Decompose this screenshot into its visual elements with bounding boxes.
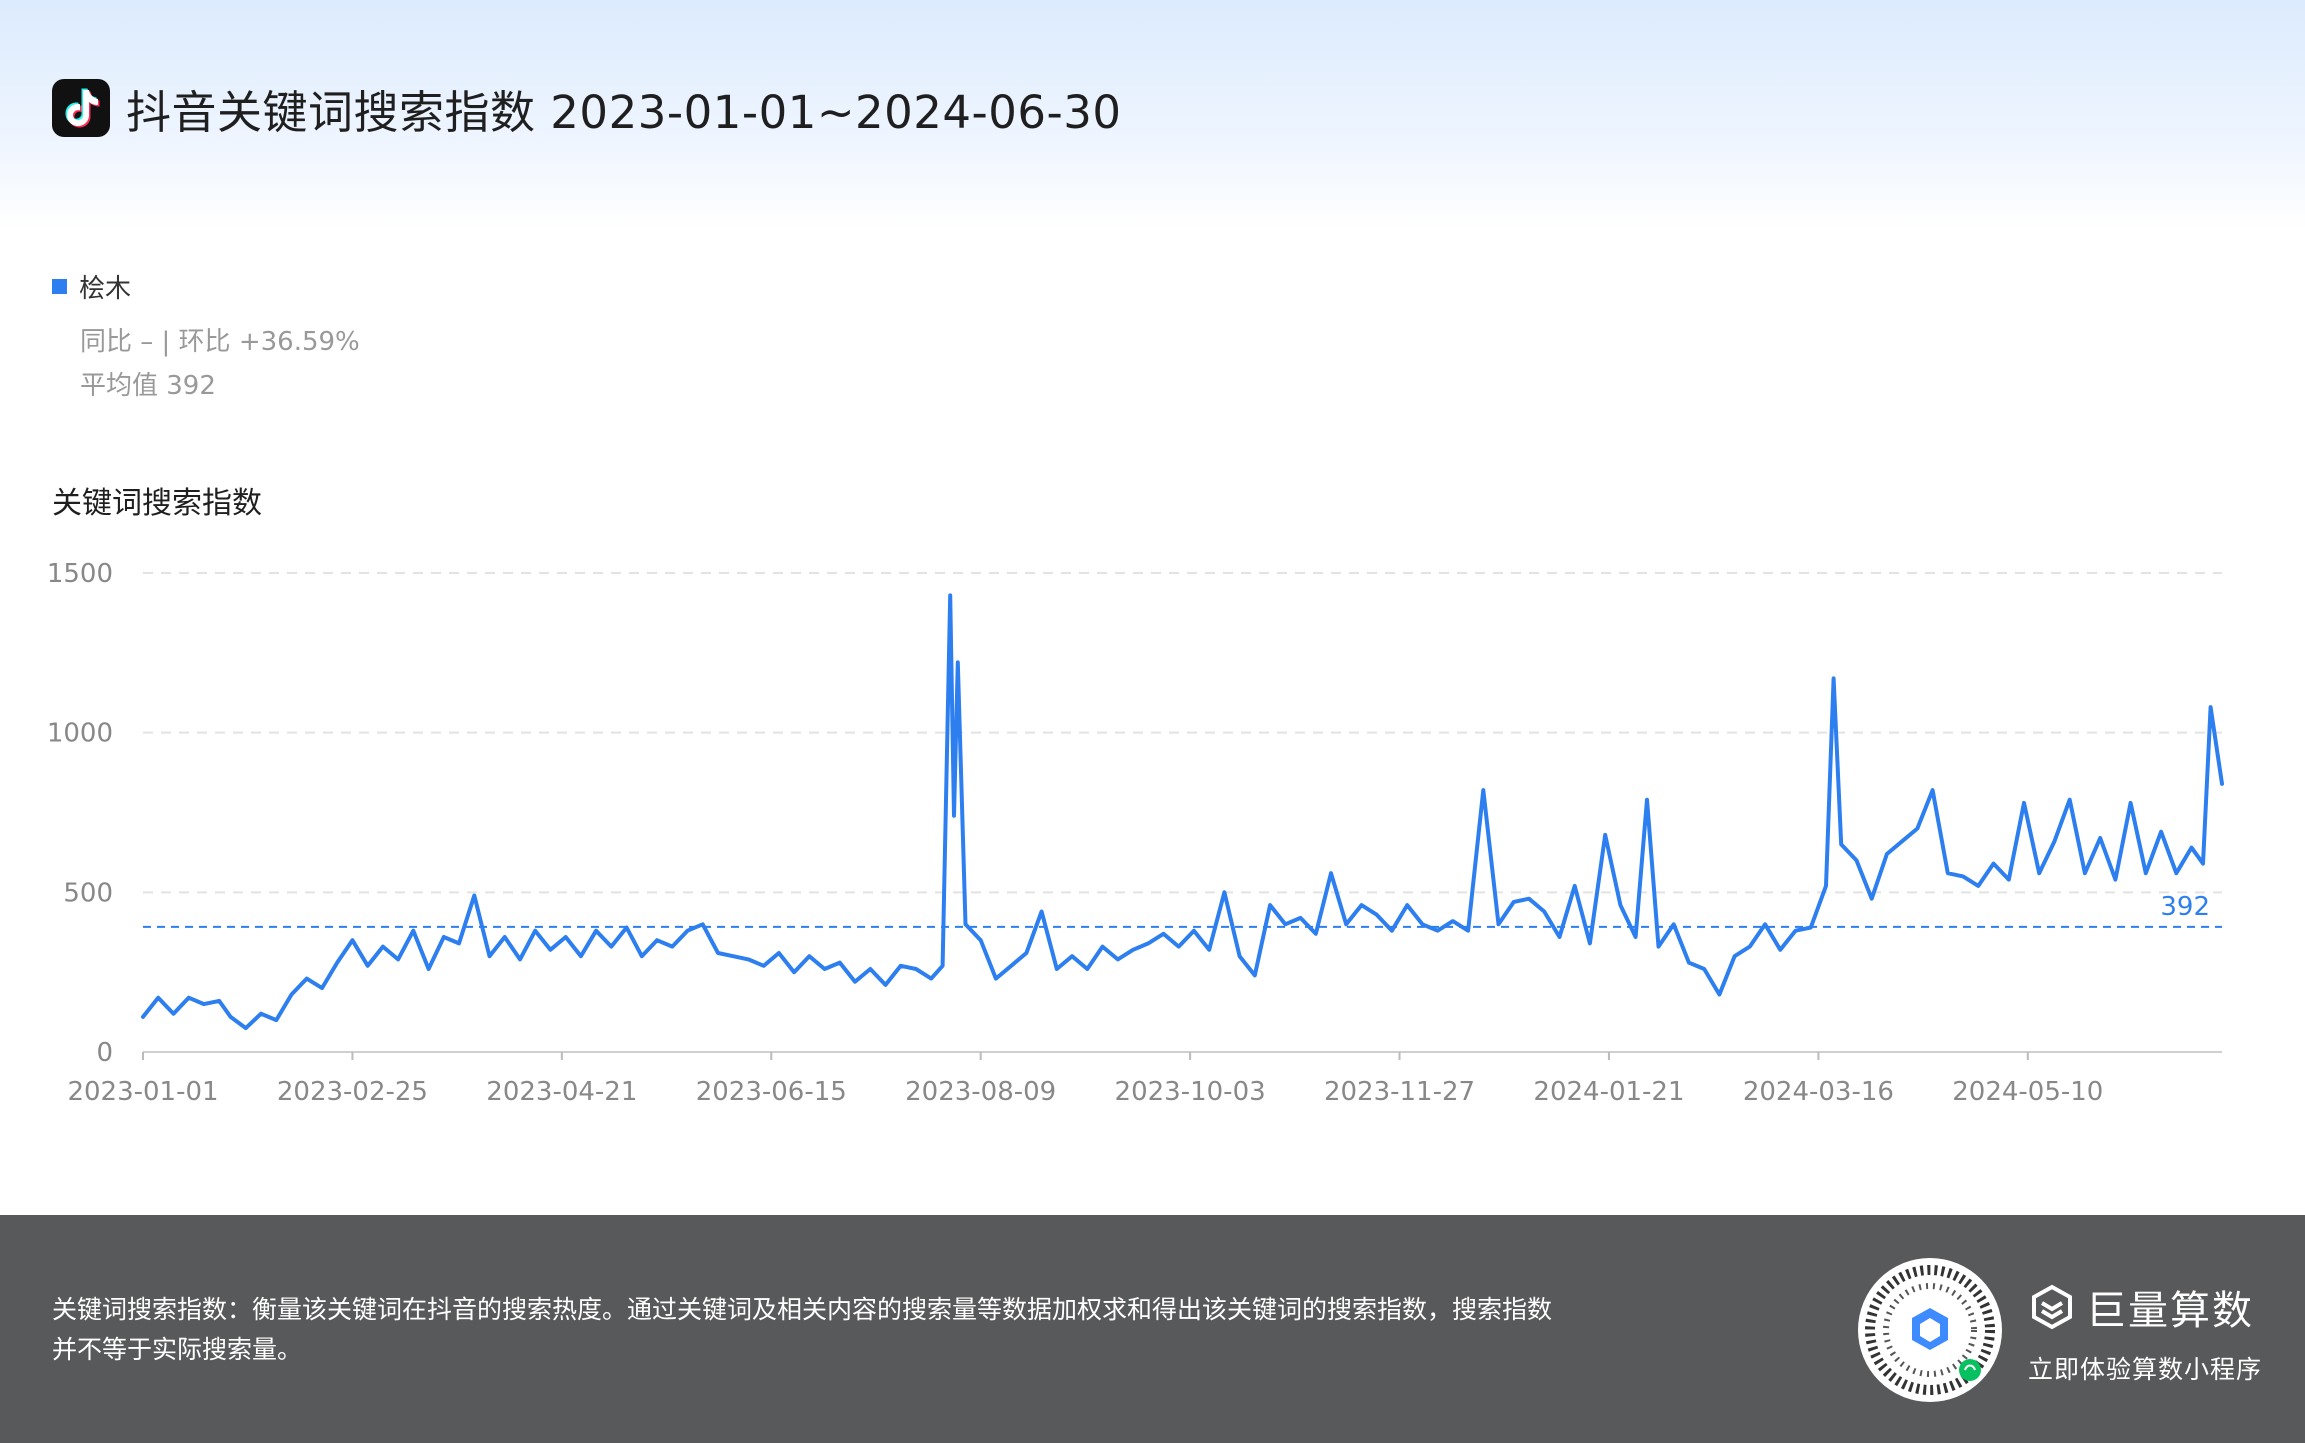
brand-name: 巨量算数 (2086, 1288, 2254, 1334)
x-tick-label: 2023-10-03 (1115, 1077, 1266, 1107)
series-line (141, 593, 2224, 1031)
x-tick-label: 2023-11-27 (1324, 1077, 1475, 1107)
legend[interactable]: 桧木 (52, 268, 131, 305)
page-title: 抖音关键词搜索指数 2023-01-01~2024-06-30 (126, 85, 1122, 139)
x-tick-label: 2023-08-09 (905, 1077, 1056, 1107)
x-tick-label: 2024-03-16 (1743, 1077, 1894, 1107)
tiktok-logo-icon (52, 79, 110, 137)
y-tick-label: 500 (63, 878, 113, 908)
x-tick-label: 2023-04-21 (486, 1077, 637, 1107)
y-tick-label: 1500 (47, 559, 113, 589)
footnote-line-1: 关键词搜索指数：衡量该关键词在抖音的搜索热度。通过关键词及相关内容的搜索量等数据… (52, 1295, 1553, 1324)
brand-logo-icon (2032, 1284, 2072, 1330)
legend-swatch (52, 279, 67, 294)
x-tick-label: 2023-06-15 (696, 1077, 847, 1107)
stats: 同比 – | 环比 +36.59% 平均值 392 (80, 320, 360, 408)
footnote-line-2: 并不等于实际搜索量。 (52, 1335, 303, 1364)
average-stat: 平均值 392 (80, 371, 216, 401)
legend-label: 桧木 (79, 274, 132, 304)
average-label: 392 (2160, 892, 2210, 922)
x-tick-label: 2023-02-25 (277, 1077, 428, 1107)
y-tick-label: 0 (96, 1038, 113, 1068)
x-tick-label: 2024-01-21 (1533, 1077, 1684, 1107)
title-row: 抖音关键词搜索指数 2023-01-01~2024-06-30 (52, 78, 1122, 139)
line-chart: 0 500 1000 1500 2023-01-01 2023-02-25 2023-04-… (47, 559, 2224, 1107)
x-tick-label: 2024-05-10 (1952, 1077, 2103, 1107)
brand-row: 巨量算数 (2028, 1278, 2254, 1336)
compare-stat: 同比 – | 环比 +36.59% (80, 327, 360, 357)
y-tick-label: 1000 (47, 719, 113, 749)
qr-code[interactable] (1858, 1258, 2002, 1402)
chart-heading: 关键词搜索指数 (52, 486, 262, 521)
x-tick-label: 2023-01-01 (67, 1077, 218, 1107)
brand-subtitle[interactable]: 立即体验算数小程序 (2028, 1350, 2262, 1386)
footnote: 关键词搜索指数：衡量该关键词在抖音的搜索热度。通过关键词及相关内容的搜索量等数据… (52, 1290, 1682, 1370)
